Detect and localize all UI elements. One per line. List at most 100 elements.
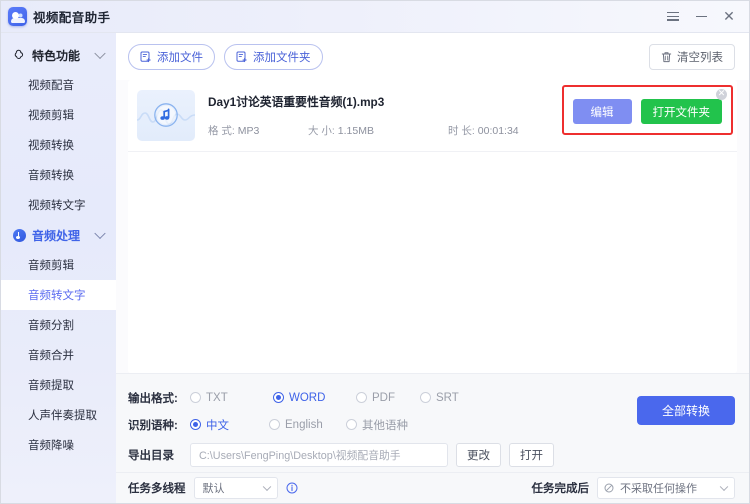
audio-note-icon (12, 228, 26, 242)
main-content: 添加文件 添加文件夹 清空列表 Day1讨论英语重要性音频(1).mp3 格 式… (116, 33, 749, 503)
sidebar-item-audio-merge[interactable]: 音频合并 (1, 340, 116, 370)
open-dir-button[interactable]: 打开 (509, 443, 554, 467)
export-dir-input[interactable]: C:\Users\FengPing\Desktop\视频配音助手 (190, 443, 448, 467)
thread-select[interactable]: 默认 (193, 477, 278, 499)
radio-dot-icon (190, 392, 201, 403)
sidebar-item-label: 视频剪辑 (28, 110, 74, 122)
radio-label: 其他语种 (362, 419, 408, 432)
sidebar-item-label: 视频转文字 (28, 200, 86, 212)
clear-list-button[interactable]: 清空列表 (649, 43, 735, 70)
row-action-buttons: ✕ 编辑 打开文件夹 (561, 85, 733, 135)
magic-wand-icon (12, 48, 26, 62)
sidebar-item-label: 音频提取 (28, 380, 74, 392)
radio-label: WORD (289, 391, 326, 404)
after-task-value: 不采取任何操作 (620, 483, 697, 495)
convert-all-button[interactable]: 全部转换 (637, 396, 735, 425)
radio-dot-icon (346, 419, 357, 430)
export-dir-label: 导出目录 (128, 450, 174, 462)
edit-button[interactable]: 编辑 (572, 99, 632, 124)
file-plus-icon (140, 51, 152, 63)
radio-lang-chinese[interactable]: 中文 (190, 417, 269, 433)
file-duration-label: 时 长: (448, 125, 475, 137)
radio-label: English (285, 418, 323, 431)
radio-output-pdf[interactable]: PDF (356, 392, 420, 404)
sidebar-group-audio-processing[interactable]: 音频处理 (1, 220, 116, 250)
file-list: Day1讨论英语重要性音频(1).mp3 格 式: MP3 大 小: 1.15M… (128, 80, 737, 373)
radio-output-srt[interactable]: SRT (420, 392, 478, 404)
after-task-label: 任务完成后 (531, 483, 590, 495)
change-dir-button[interactable]: 更改 (456, 443, 501, 467)
radio-lang-other[interactable]: 其他语种 (346, 417, 408, 433)
radio-dot-icon (190, 419, 201, 430)
radio-label: SRT (436, 391, 459, 404)
sidebar-group-label: 特色功能 (32, 48, 81, 63)
sidebar-group-features[interactable]: 特色功能 (1, 40, 116, 70)
folder-plus-icon (236, 51, 248, 63)
radio-output-txt[interactable]: TXT (190, 392, 273, 404)
file-size-label: 大 小: (308, 125, 335, 137)
after-task-select[interactable]: 不采取任何操作 (597, 477, 735, 499)
radio-label: PDF (372, 391, 395, 404)
sidebar-item-video-editing[interactable]: 视频剪辑 (1, 100, 116, 130)
add-folder-button[interactable]: 添加文件夹 (224, 43, 323, 70)
export-dir-row: 导出目录 C:\Users\FengPing\Desktop\视频配音助手 更改… (128, 438, 735, 472)
sidebar-item-audio-to-text[interactable]: 音频转文字 (1, 280, 116, 310)
file-format: 格 式: MP3 (208, 123, 308, 138)
sidebar-item-audio-denoise[interactable]: 音频降噪 (1, 430, 116, 460)
sidebar-item-label: 人声伴奏提取 (28, 410, 97, 422)
settings-panel: 输出格式: TXT WORD PDF SRT 识别语种: 中文 English … (116, 373, 749, 472)
sidebar-group-label: 音频处理 (32, 228, 81, 243)
add-file-label: 添加文件 (157, 51, 203, 64)
add-file-button[interactable]: 添加文件 (128, 43, 215, 70)
sidebar-item-label: 视频转换 (28, 140, 74, 152)
title-bar: 视频配音助手 ✕ (1, 1, 749, 33)
file-format-label: 格 式: (208, 125, 235, 137)
radio-dot-icon (356, 392, 367, 403)
trash-icon (661, 51, 672, 63)
chevron-down-icon (719, 482, 729, 492)
sidebar-item-label: 音频降噪 (28, 440, 74, 452)
hamburger-menu-icon[interactable] (659, 4, 687, 30)
file-list-empty-area (128, 152, 737, 373)
file-format-value: MP3 (237, 125, 260, 137)
chevron-down-icon (94, 47, 106, 60)
sidebar-item-label: 音频剪辑 (28, 260, 74, 272)
close-icon[interactable]: ✕ (715, 4, 743, 30)
sidebar-item-video-to-text[interactable]: 视频转文字 (1, 190, 116, 220)
sidebar-item-label: 音频分割 (28, 320, 74, 332)
output-format-label: 输出格式: (128, 392, 178, 405)
sidebar-item-video-dubbing[interactable]: 视频配音 (1, 70, 116, 100)
audio-waveform-thumbnail (137, 90, 195, 141)
sidebar: 特色功能 视频配音 视频剪辑 视频转换 音频转换 视频转文字 音频处理 音频剪辑… (1, 33, 116, 503)
clear-list-label: 清空列表 (677, 51, 723, 64)
sidebar-item-label: 音频转文字 (28, 290, 86, 302)
chevron-down-icon (262, 482, 271, 492)
window-controls: ✕ (659, 4, 749, 30)
thread-label: 任务多线程 (128, 483, 186, 495)
minimize-icon[interactable] (687, 4, 715, 30)
sidebar-item-vocal-accompaniment-extract[interactable]: 人声伴奏提取 (1, 400, 116, 430)
sidebar-item-label: 音频合并 (28, 350, 74, 362)
sidebar-item-audio-convert[interactable]: 音频转换 (1, 160, 116, 190)
open-folder-button[interactable]: 打开文件夹 (640, 99, 722, 124)
radio-dot-icon (420, 392, 431, 403)
file-toolbar: 添加文件 添加文件夹 清空列表 (116, 33, 749, 80)
remove-row-icon[interactable]: ✕ (716, 89, 727, 100)
radio-label: TXT (206, 391, 228, 404)
table-row[interactable]: Day1讨论英语重要性音频(1).mp3 格 式: MP3 大 小: 1.15M… (128, 80, 737, 152)
sidebar-item-label: 视频配音 (28, 80, 74, 92)
sidebar-item-video-convert[interactable]: 视频转换 (1, 130, 116, 160)
radio-output-word[interactable]: WORD (273, 392, 356, 404)
app-title: 视频配音助手 (33, 11, 111, 25)
window-body: 特色功能 视频配音 视频剪辑 视频转换 音频转换 视频转文字 音频处理 音频剪辑… (1, 33, 749, 503)
file-duration: 时 长: 00:01:34 (448, 123, 519, 138)
sidebar-item-audio-extract[interactable]: 音频提取 (1, 370, 116, 400)
file-size: 大 小: 1.15MB (308, 123, 448, 138)
sidebar-item-audio-clip[interactable]: 音频剪辑 (1, 250, 116, 280)
language-label: 识别语种: (128, 419, 178, 432)
app-logo-icon (8, 7, 27, 26)
sidebar-item-audio-split[interactable]: 音频分割 (1, 310, 116, 340)
radio-lang-english[interactable]: English (269, 419, 346, 431)
info-icon[interactable] (278, 482, 298, 494)
app-branding: 视频配音助手 (1, 7, 111, 26)
